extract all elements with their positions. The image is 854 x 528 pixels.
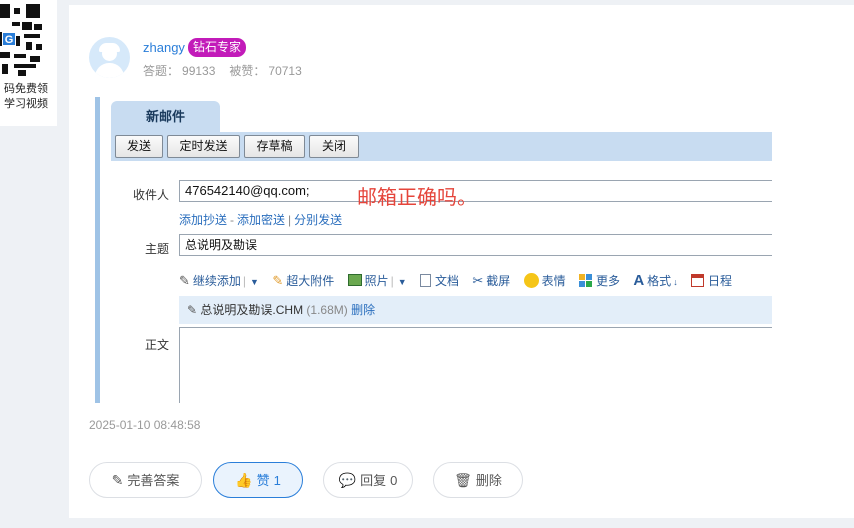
trash-icon: 🗑 (454, 472, 472, 488)
reply-button[interactable]: 💬 回复 0 (323, 462, 413, 498)
attachment-toolbar: ✎ 继续添加 | ▼ ✎ 超大附件 照片 | ▼ 文档 ✂ 截屏 表情 更多 A 格式 ↓ 日程 (179, 272, 742, 292)
body-field (179, 327, 772, 403)
send-button: 发送 (115, 135, 163, 158)
subject-field: 总说明及勘误 (179, 234, 772, 256)
grid-icon (578, 274, 592, 287)
smiley-icon (523, 273, 539, 288)
screenshot-left-border (95, 97, 100, 403)
comment-icon: 💬 (338, 472, 357, 488)
tool-format: A 格式 ↓ (633, 272, 678, 289)
answer-timestamp: 2025-01-10 08:48:58 (89, 418, 201, 432)
attachment-delete-link: 删除 (351, 303, 376, 317)
promo-text[interactable]: 码免费领 学习视频 (4, 82, 48, 112)
tool-continue-add: ✎ 继续添加 | ▼ (179, 273, 259, 288)
annotation-text: 邮箱正确吗。 (357, 187, 477, 209)
delete-button[interactable]: 🗑 删除 (433, 462, 523, 498)
close-button: 关闭 (309, 135, 359, 158)
qr-code: G (0, 4, 48, 76)
promo-line-1: 码免费领 (4, 83, 48, 95)
add-cc-link: 添加抄送 (179, 213, 228, 227)
author-name[interactable]: zhangy (143, 40, 185, 55)
like-count: 1 (273, 473, 281, 488)
tool-screenshot: ✂ 截屏 (472, 273, 511, 288)
qr-logo: G (2, 32, 16, 46)
recipient-links: 添加抄送 - 添加密送 | 分别发送 (179, 213, 343, 227)
author-badge: 钻石专家 (188, 38, 247, 57)
tool-photo: 照片 | ▼ (347, 272, 407, 289)
save-draft-button: 存草稿 (244, 135, 305, 158)
format-icon: A (633, 272, 645, 289)
like-button[interactable]: 👍 赞 1 (213, 462, 303, 498)
scissors-icon: ✂ (472, 273, 484, 288)
thumbs-up-icon: 👍 (235, 472, 253, 488)
paperclip-icon: ✎ (179, 273, 190, 288)
promo-line-2: 学习视频 (4, 98, 48, 110)
attachment-name: 总说明及勘误.CHM (200, 303, 304, 317)
tool-emoji: 表情 (523, 272, 566, 289)
calendar-icon (691, 274, 705, 287)
body-label: 正文 (145, 338, 170, 352)
subject-label: 主题 (145, 242, 170, 256)
reply-count: 0 (390, 473, 398, 488)
to-label: 收件人 (133, 188, 170, 202)
document-icon (419, 274, 431, 287)
edit-icon: ✎ (111, 472, 124, 488)
tool-large-attachment: ✎ 超大附件 (272, 273, 335, 288)
answers-count: 99133 (182, 64, 216, 78)
likes-count: 70713 (268, 64, 302, 78)
scheduled-send-button: 定时发送 (167, 135, 240, 158)
mail-toolbar: 发送 定时发送 存草稿 关闭 (111, 132, 772, 161)
image-icon (347, 274, 362, 286)
author-stats: 答题： 99133 被赞： 70713 (143, 62, 305, 79)
avatar[interactable] (89, 37, 130, 78)
tool-calendar: 日程 (691, 272, 732, 289)
add-bcc-link: 添加密送 (237, 213, 286, 227)
tool-document: 文档 (419, 272, 459, 289)
answer-card: zhangy 钻石专家 答题： 99133 被赞： 70713 新邮件 发送 定时发送… (69, 5, 854, 518)
email-screenshot[interactable]: 新邮件 发送 定时发送 存草稿 关闭 收件人 476542140@qq.com;… (95, 97, 772, 403)
separate-send-link: 分别发送 (294, 213, 343, 227)
attachment-size: (1.68M) (306, 303, 348, 317)
answers-label: 答题： (143, 64, 180, 78)
paperclip-icon: ✎ (187, 303, 198, 317)
tab-new-mail: 新邮件 (111, 101, 220, 132)
attachment-row: ✎ 总说明及勘误.CHM (1.68M) 删除 (179, 296, 772, 324)
tool-more: 更多 (578, 272, 620, 289)
likes-label: 被赞： (229, 64, 266, 78)
improve-answer-button[interactable]: ✎ 完善答案 (89, 462, 202, 498)
promo-panel: G 码免费领 学习视频 (0, 0, 57, 126)
paperclip-icon: ✎ (272, 273, 284, 288)
